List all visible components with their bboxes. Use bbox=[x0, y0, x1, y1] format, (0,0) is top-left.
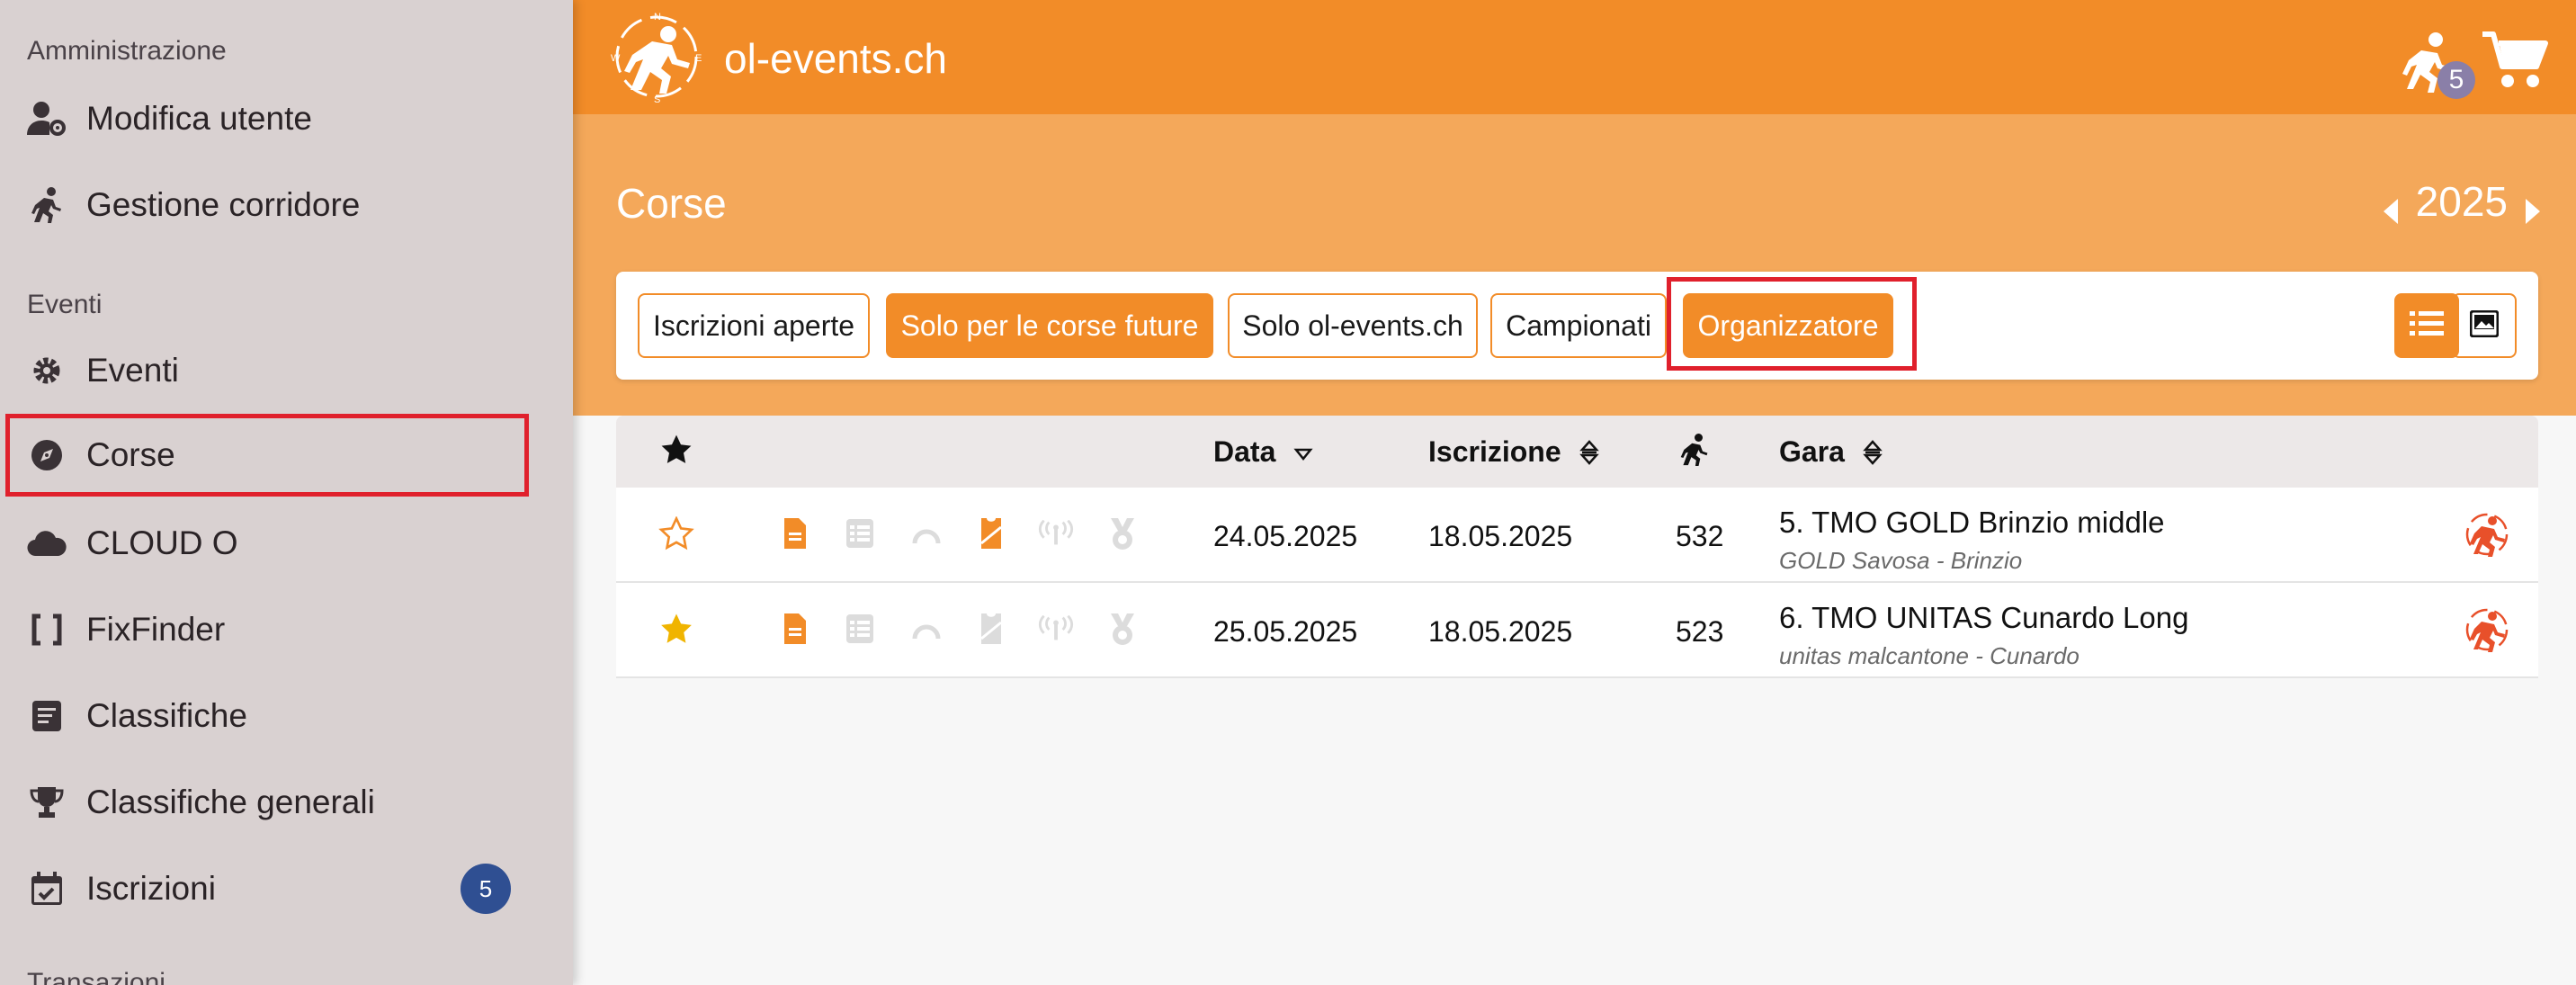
sidebar-item-label: Corse bbox=[86, 436, 175, 473]
previous-year-button[interactable] bbox=[2382, 187, 2400, 224]
column-header-gara-label: Gara bbox=[1779, 435, 1845, 468]
filter-solo-ol-events[interactable]: Solo ol-events.ch bbox=[1228, 293, 1478, 358]
register-runner-icon[interactable] bbox=[2464, 511, 2510, 558]
sidebar-item-classifiche[interactable]: Classifiche bbox=[5, 675, 527, 757]
sidebar-item-eventi[interactable]: Eventi bbox=[5, 329, 527, 412]
race-organizer-location: GOLD Savosa - Brinzio bbox=[1779, 547, 2023, 574]
list-table-icon bbox=[841, 515, 879, 552]
sidebar-item-iscrizioni[interactable]: Iscrizioni 5 bbox=[5, 847, 527, 930]
sidebar-item-label: FixFinder bbox=[86, 611, 226, 648]
race-name-link[interactable]: 5. TMO GOLD Brinzio middle bbox=[1779, 506, 2165, 540]
sidebar-item-label: Iscrizioni bbox=[86, 870, 216, 907]
medal-icon bbox=[1104, 515, 1141, 552]
sidebar-section-transactions: Transazioni bbox=[27, 968, 165, 985]
race-name-link[interactable]: 6. TMO UNITAS Cunardo Long bbox=[1779, 601, 2188, 635]
page-title: Corse bbox=[616, 180, 727, 227]
sidebar-item-corse[interactable]: Corse bbox=[5, 414, 529, 497]
bib-shirt-icon bbox=[972, 610, 1010, 648]
sidebar: Amministrazione Modifica utente Gestione… bbox=[0, 0, 573, 985]
column-header-gara[interactable]: Gara bbox=[1779, 435, 1883, 469]
column-header-data[interactable]: Data bbox=[1213, 435, 1313, 469]
list-icon bbox=[2410, 309, 2444, 343]
column-header-iscrizione-label: Iscrizione bbox=[1428, 435, 1561, 468]
gear-icon bbox=[25, 349, 68, 392]
participants-count: 532 bbox=[1676, 520, 1724, 552]
sort-desc-icon bbox=[1293, 439, 1313, 466]
sidebar-item-label: Modifica utente bbox=[86, 100, 312, 137]
svg-text:S: S bbox=[654, 94, 660, 104]
sidebar-section-admin: Amministrazione bbox=[27, 36, 227, 66]
table-row[interactable]: 25.05.2025 18.05.2025 523 6. TMO UNITAS … bbox=[616, 583, 2538, 678]
brand-logo-icon[interactable]: N W E S bbox=[609, 9, 704, 105]
svg-text:E: E bbox=[695, 53, 702, 64]
sidebar-item-fixfinder[interactable]: FixFinder bbox=[5, 588, 527, 671]
top-bar: N W E S ol-events.ch 5 bbox=[573, 0, 2576, 114]
sidebar-item-modifica-utente[interactable]: Modifica utente bbox=[5, 77, 527, 160]
trophy-icon bbox=[25, 781, 68, 824]
brand-name[interactable]: ol-events.ch bbox=[724, 34, 947, 83]
filter-campionati[interactable]: Campionati bbox=[1490, 293, 1667, 358]
headset-icon bbox=[908, 515, 945, 552]
image-icon bbox=[2469, 309, 2500, 342]
favorite-star-filled-icon[interactable] bbox=[657, 610, 695, 648]
cart-icon[interactable] bbox=[2481, 31, 2549, 90]
table-header: Data Iscrizione Gara bbox=[616, 416, 2538, 488]
image-view-button[interactable] bbox=[2452, 293, 2517, 358]
compass-icon bbox=[25, 434, 68, 477]
column-header-data-label: Data bbox=[1213, 435, 1276, 468]
registration-deadline: 18.05.2025 bbox=[1428, 520, 1573, 552]
participants-count: 523 bbox=[1676, 615, 1724, 648]
participants-runner-icon bbox=[1680, 434, 1709, 466]
race-date: 24.05.2025 bbox=[1213, 520, 1358, 552]
sidebar-item-label: Classifiche generali bbox=[86, 784, 375, 820]
runner-count-badge: 5 bbox=[2437, 61, 2475, 99]
favorite-star-outline-icon[interactable] bbox=[657, 515, 695, 552]
sidebar-item-label: CLOUD O bbox=[86, 524, 238, 561]
race-date: 25.05.2025 bbox=[1213, 615, 1358, 648]
bib-shirt-icon[interactable] bbox=[972, 515, 1010, 552]
document-icon[interactable] bbox=[776, 515, 814, 552]
sidebar-item-label: Gestione corridore bbox=[86, 186, 361, 223]
year-label: 2025 bbox=[2415, 178, 2508, 225]
iscrizioni-count-badge: 5 bbox=[461, 864, 511, 914]
user-gear-icon bbox=[25, 97, 68, 140]
race-organizer-location: unitas malcantone - Cunardo bbox=[1779, 642, 2080, 669]
filter-iscrizioni-aperte[interactable]: Iscrizioni aperte bbox=[638, 293, 870, 358]
organizzatore-highlight bbox=[1667, 277, 1917, 371]
headset-icon bbox=[908, 610, 945, 648]
document-icon[interactable] bbox=[776, 610, 814, 648]
radio-signal-icon bbox=[1037, 610, 1075, 648]
runner-icon bbox=[25, 184, 68, 227]
sort-icon bbox=[1579, 439, 1599, 466]
column-header-iscrizione[interactable]: Iscrizione bbox=[1428, 435, 1599, 469]
registration-deadline: 18.05.2025 bbox=[1428, 615, 1573, 648]
list-box-icon bbox=[25, 694, 68, 738]
register-runner-icon[interactable] bbox=[2464, 606, 2510, 653]
svg-text:N: N bbox=[654, 12, 661, 22]
list-view-button[interactable] bbox=[2394, 293, 2459, 358]
sidebar-item-cloud-o[interactable]: CLOUD O bbox=[5, 502, 527, 585]
races-table: Data Iscrizione Gara 24.05.2025 18.05.20… bbox=[616, 416, 2538, 678]
sidebar-section-events: Eventi bbox=[27, 290, 103, 319]
list-table-icon bbox=[841, 610, 879, 648]
favorite-column-star-icon[interactable] bbox=[659, 434, 693, 466]
radio-signal-icon bbox=[1037, 515, 1075, 552]
table-row[interactable]: 24.05.2025 18.05.2025 532 5. TMO GOLD Br… bbox=[616, 488, 2538, 583]
brackets-icon bbox=[25, 608, 68, 651]
filter-bar: Iscrizioni aperte Solo per le corse futu… bbox=[616, 272, 2538, 380]
sidebar-item-label: Classifiche bbox=[86, 697, 247, 734]
sidebar-item-classifiche-generali[interactable]: Classifiche generali bbox=[5, 761, 527, 844]
sidebar-item-gestione-corridore[interactable]: Gestione corridore bbox=[5, 164, 527, 246]
next-year-button[interactable] bbox=[2524, 187, 2542, 224]
calendar-check-icon bbox=[25, 867, 68, 910]
filter-solo-corse-future[interactable]: Solo per le corse future bbox=[886, 293, 1213, 358]
year-navigator: 2025 bbox=[2382, 177, 2542, 226]
cloud-icon bbox=[25, 522, 68, 565]
medal-icon bbox=[1104, 610, 1141, 648]
svg-text:W: W bbox=[611, 53, 621, 64]
sidebar-item-label: Eventi bbox=[86, 352, 179, 389]
sort-icon bbox=[1863, 439, 1883, 466]
